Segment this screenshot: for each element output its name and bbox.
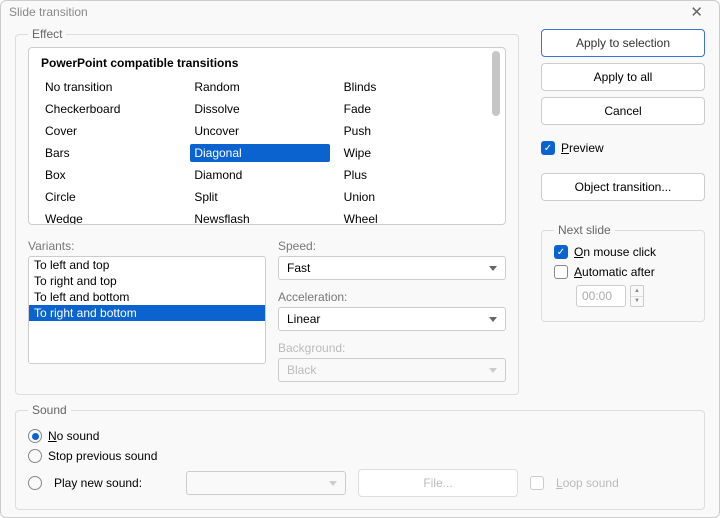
scrollbar-thumb[interactable] <box>492 51 500 116</box>
dialog-window: Slide transition ✕ Effect PowerPoint com… <box>0 0 720 518</box>
sound-file-select <box>186 471 346 495</box>
effect-item[interactable]: Box <box>41 166 190 184</box>
scrollbar[interactable] <box>490 51 502 221</box>
effect-item[interactable]: Random <box>190 78 339 96</box>
speed-select[interactable]: Fast <box>278 256 506 280</box>
loop-sound-label: Loop sound <box>556 476 619 490</box>
variant-item[interactable]: To right and bottom <box>29 305 265 321</box>
effect-item[interactable]: Uncover <box>190 122 339 140</box>
titlebar: Slide transition ✕ <box>1 1 719 23</box>
background-label: Background: <box>278 341 506 355</box>
effect-item[interactable]: Split <box>190 188 339 206</box>
cancel-button[interactable]: Cancel <box>541 97 705 125</box>
effect-item[interactable]: No transition <box>41 78 190 96</box>
effect-item[interactable]: Wedge <box>41 210 190 225</box>
effect-item[interactable]: Checkerboard <box>41 100 190 118</box>
time-spinner[interactable]: ▲▼ <box>630 285 644 307</box>
effect-item[interactable]: Dissolve <box>190 100 339 118</box>
background-select: Black <box>278 358 506 382</box>
effect-category-header: PowerPoint compatible transitions <box>41 56 489 70</box>
play-sound-label: Play new sound: <box>54 476 174 490</box>
effect-item[interactable]: Union <box>340 188 489 206</box>
time-input[interactable]: 00:00 <box>576 285 626 307</box>
spinner-down-icon: ▼ <box>631 297 643 307</box>
apply-all-button[interactable]: Apply to all <box>541 63 705 91</box>
acceleration-select[interactable]: Linear <box>278 307 506 331</box>
effect-legend: Effect <box>28 27 66 41</box>
next-slide-legend: Next slide <box>554 223 615 237</box>
next-slide-fieldset: Next slide ✓ On mouse click Automatic af… <box>541 223 705 322</box>
speed-label: Speed: <box>278 239 506 253</box>
effect-fieldset: Effect PowerPoint compatible transitions… <box>15 27 519 395</box>
close-icon[interactable]: ✕ <box>682 1 711 23</box>
variant-item[interactable]: To left and top <box>29 257 265 273</box>
variants-listbox[interactable]: To left and topTo right and topTo left a… <box>28 256 266 364</box>
side-column: Apply to selection Apply to all Cancel ✓… <box>541 23 705 395</box>
sound-legend: Sound <box>28 403 71 417</box>
effect-item[interactable]: Bars <box>41 144 190 162</box>
play-sound-radio[interactable] <box>28 476 42 490</box>
effect-listbox[interactable]: PowerPoint compatible transitions No tra… <box>28 47 506 225</box>
effect-item[interactable]: Push <box>340 122 489 140</box>
dialog-body: Effect PowerPoint compatible transitions… <box>1 23 719 518</box>
spinner-up-icon: ▲ <box>631 286 643 297</box>
loop-sound-checkbox <box>530 476 544 490</box>
preview-label: Preview <box>561 141 604 155</box>
variant-item[interactable]: To left and bottom <box>29 289 265 305</box>
automatic-after-label: Automatic after <box>574 265 655 279</box>
stop-sound-label: Stop previous sound <box>48 449 157 463</box>
effect-item[interactable]: Plus <box>340 166 489 184</box>
effect-item[interactable]: Blinds <box>340 78 489 96</box>
variants-label: Variants: <box>28 239 266 253</box>
automatic-after-checkbox[interactable] <box>554 265 568 279</box>
effect-item[interactable]: Fade <box>340 100 489 118</box>
sound-fieldset: Sound No sound Stop previous sound Play … <box>15 403 705 510</box>
effect-item[interactable]: Newsflash <box>190 210 339 225</box>
effect-item[interactable]: Diagonal <box>190 144 330 162</box>
effect-item[interactable]: Wheel <box>340 210 489 225</box>
file-button: File... <box>358 469 518 497</box>
apply-selection-button[interactable]: Apply to selection <box>541 29 705 57</box>
preview-checkbox[interactable]: ✓ <box>541 141 555 155</box>
on-mouse-click-checkbox[interactable]: ✓ <box>554 245 568 259</box>
acceleration-label: Acceleration: <box>278 290 506 304</box>
effect-item[interactable]: Cover <box>41 122 190 140</box>
no-sound-label: No sound <box>48 429 99 443</box>
variant-item[interactable]: To right and top <box>29 273 265 289</box>
effect-item[interactable]: Diamond <box>190 166 339 184</box>
effect-item[interactable]: Circle <box>41 188 190 206</box>
effect-item[interactable]: Wipe <box>340 144 489 162</box>
object-transition-button[interactable]: Object transition... <box>541 173 705 201</box>
dialog-title: Slide transition <box>9 5 682 19</box>
stop-sound-radio[interactable] <box>28 449 42 463</box>
no-sound-radio[interactable] <box>28 429 42 443</box>
on-mouse-click-label: On mouse click <box>574 245 656 259</box>
